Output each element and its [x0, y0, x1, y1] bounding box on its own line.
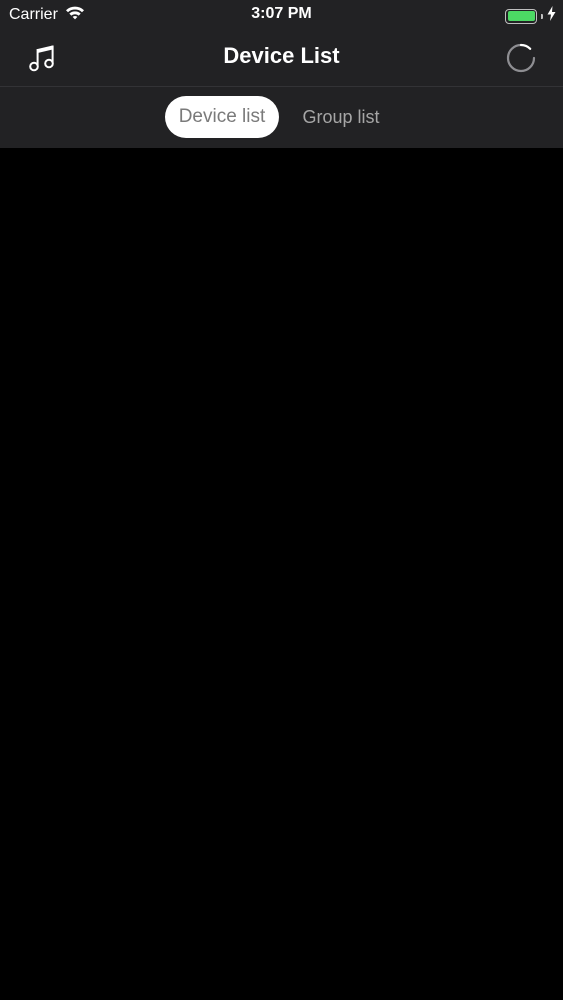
- battery-level-fill: [507, 11, 535, 21]
- refresh-button[interactable]: [505, 42, 537, 74]
- nav-divider: [0, 86, 563, 87]
- battery-cap: [541, 13, 543, 19]
- navigation-bar: Device List: [0, 30, 563, 86]
- header: Carrier 3:07 PM Device List Device list …: [0, 0, 563, 148]
- tab-device-list[interactable]: Device list: [165, 96, 279, 138]
- status-time: 3:07 PM: [251, 5, 312, 22]
- charging-bolt-icon: [547, 6, 556, 26]
- segmented-control: Device list Group list: [0, 96, 563, 138]
- status-right-group: [505, 6, 556, 26]
- device-list-content: [0, 148, 563, 1000]
- page-title: Device List: [223, 43, 340, 68]
- tab-group-list[interactable]: Group list: [287, 96, 395, 138]
- battery-icon: [505, 8, 537, 24]
- loading-spinner-icon: [506, 43, 536, 73]
- device-list-screen: Carrier 3:07 PM Device List Device list …: [0, 0, 563, 1000]
- status-bar: Carrier 3:07 PM: [0, 0, 563, 30]
